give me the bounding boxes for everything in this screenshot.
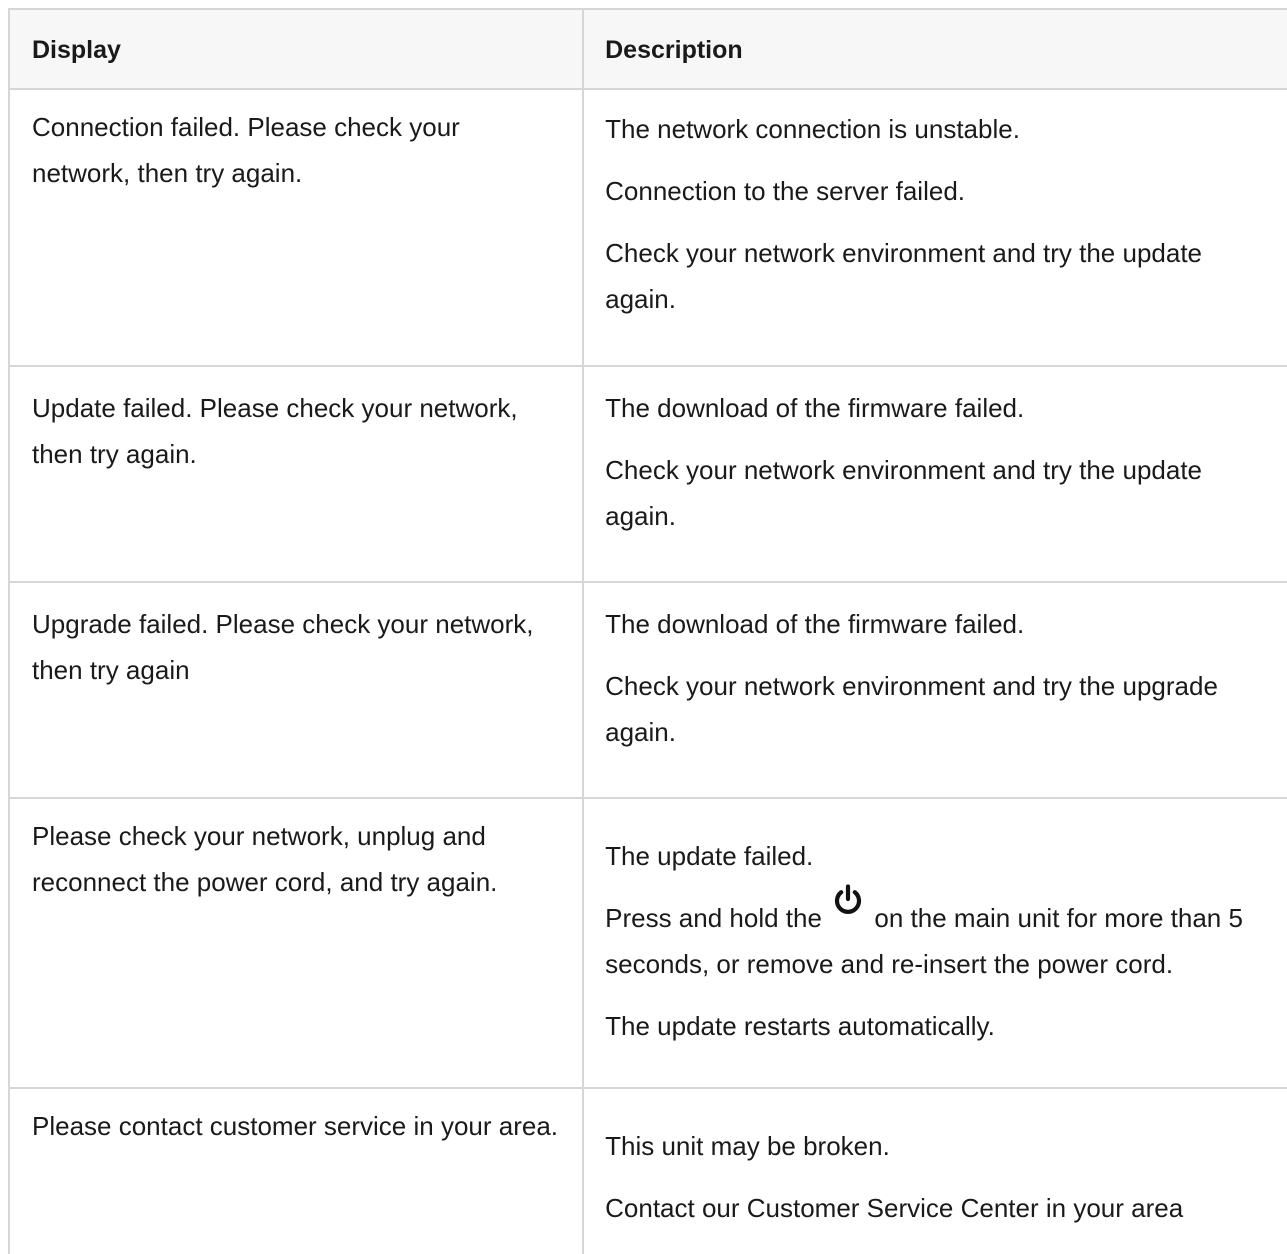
- table-row: Connection failed. Please check your net…: [10, 90, 1287, 367]
- power-icon: [835, 884, 862, 914]
- description-cell: The download of the firmware failed. Che…: [584, 583, 1287, 797]
- error-message-table: Display Description Connection failed. P…: [8, 8, 1287, 1254]
- display-cell: Update failed. Please check your network…: [10, 367, 585, 581]
- table-row: Update failed. Please check your network…: [10, 367, 1287, 583]
- description-line: The update restarts automatically.: [605, 1011, 995, 1041]
- description-line: Check your network environment and try t…: [605, 238, 1203, 314]
- display-message: Upgrade failed. Please check your networ…: [32, 609, 534, 685]
- display-cell: Connection failed. Please check your net…: [10, 90, 585, 365]
- header-description: Description: [605, 36, 743, 64]
- display-message: Connection failed. Please check your net…: [32, 112, 460, 188]
- display-cell: Upgrade failed. Please check your networ…: [10, 583, 585, 797]
- display-cell: Please contact customer service in your …: [10, 1089, 585, 1254]
- table-row: Please check your network, unplug and re…: [10, 799, 1287, 1089]
- description-line-with-icon: Press and hold the on the main unit for …: [605, 884, 1277, 987]
- display-cell: Please check your network, unplug and re…: [10, 799, 585, 1087]
- description-cell: The update failed. Press and hold the on…: [584, 799, 1287, 1087]
- description-line: The download of the firmware failed.: [605, 393, 1025, 423]
- description-line: The network connection is unstable.: [605, 114, 1020, 144]
- description-line: This unit may be broken.: [605, 1131, 890, 1161]
- description-cell: This unit may be broken. Contact our Cus…: [584, 1089, 1287, 1254]
- description-line: Contact our Customer Service Center in y…: [605, 1193, 1184, 1223]
- description-cell: The download of the firmware failed. Che…: [584, 367, 1287, 581]
- description-line: Check your network environment and try t…: [605, 671, 1218, 747]
- table-header-row: Display Description: [10, 10, 1287, 90]
- description-text-before-icon: Press and hold the: [605, 903, 822, 933]
- description-line: The update failed.: [605, 841, 814, 871]
- display-message: Please check your network, unplug and re…: [32, 821, 498, 897]
- description-line: The download of the firmware failed.: [605, 609, 1025, 639]
- description-line: Check your network environment and try t…: [605, 455, 1203, 531]
- display-message: Please contact customer service in your …: [32, 1111, 559, 1141]
- description-cell: The network connection is unstable. Conn…: [584, 90, 1287, 365]
- display-message: Update failed. Please check your network…: [32, 393, 518, 469]
- table-row: Please contact customer service in your …: [10, 1089, 1287, 1254]
- header-display: Display: [10, 10, 585, 88]
- table-row: Upgrade failed. Please check your networ…: [10, 583, 1287, 799]
- description-line: Connection to the server failed.: [605, 176, 965, 206]
